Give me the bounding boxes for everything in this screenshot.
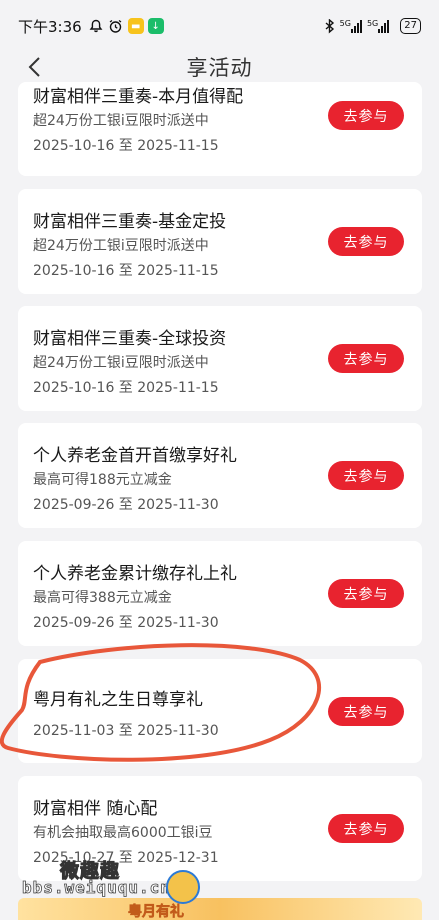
signal-2: 5G xyxy=(366,19,390,33)
watermark-url: bbs.weiququ.cn xyxy=(22,878,171,898)
activity-title: 财富相伴三重奏-本月值得配 xyxy=(33,87,244,107)
activity-title: 个人养老金首开首缴享好礼 xyxy=(33,446,237,466)
battery-indicator: 27 xyxy=(400,18,421,34)
activity-desc: 超24万份工银i豆限时派送中 xyxy=(33,355,209,371)
mascot-icon xyxy=(166,870,200,904)
activity-desc: 最高可得388元立减金 xyxy=(33,590,172,606)
page-title: 享活动 xyxy=(186,56,253,80)
activity-card: 个人养老金首开首缴享好礼 最高可得188元立减金 2025-09-26 至 20… xyxy=(18,423,422,528)
activity-card: 财富相伴三重奏-本月值得配 超24万份工银i豆限时派送中 2025-10-16 … xyxy=(18,82,422,176)
activity-date: 2025-10-16 至 2025-11-15 xyxy=(33,138,219,154)
activity-card: 财富相伴三重奏-基金定投 超24万份工银i豆限时派送中 2025-10-16 至… xyxy=(18,189,422,294)
watermark: 微趣趣 bbs.weiququ.cn xyxy=(20,852,220,912)
join-button[interactable]: 去参与 xyxy=(328,101,404,130)
join-button[interactable]: 去参与 xyxy=(328,579,404,608)
activity-date: 2025-10-16 至 2025-11-15 xyxy=(33,380,219,396)
activity-title: 财富相伴三重奏-基金定投 xyxy=(33,212,227,232)
notification-app-icon: ▬ xyxy=(127,18,144,34)
join-button[interactable]: 去参与 xyxy=(328,814,404,843)
join-button[interactable]: 去参与 xyxy=(328,461,404,490)
activity-card: 个人养老金累计缴存礼上礼 最高可得388元立减金 2025-09-26 至 20… xyxy=(18,541,422,646)
activity-card: 粤月有礼之生日尊享礼 2025-11-03 至 2025-11-30 去参与 xyxy=(18,659,422,763)
activity-title: 财富相伴三重奏-全球投资 xyxy=(33,329,227,349)
bell-icon xyxy=(88,18,104,34)
signal-bars-icon xyxy=(378,19,390,33)
activity-date: 2025-09-26 至 2025-11-30 xyxy=(33,497,219,513)
activity-desc: 最高可得188元立减金 xyxy=(33,472,172,488)
download-app-icon: ↓ xyxy=(147,18,164,34)
activity-title: 个人养老金累计缴存礼上礼 xyxy=(33,564,237,584)
activity-desc: 超24万份工银i豆限时派送中 xyxy=(33,238,209,254)
alarm-icon xyxy=(108,18,124,34)
activity-date: 2025-11-03 至 2025-11-30 xyxy=(33,723,219,739)
signal-2-label: 5G xyxy=(366,19,379,28)
join-button[interactable]: 去参与 xyxy=(328,227,404,256)
activity-date: 2025-10-16 至 2025-11-15 xyxy=(33,263,219,279)
activity-desc: 超24万份工银i豆限时派送中 xyxy=(33,113,209,129)
status-time: 下午3:36 xyxy=(18,17,82,36)
bluetooth-icon xyxy=(325,18,334,34)
activity-card: 财富相伴三重奏-全球投资 超24万份工银i豆限时派送中 2025-10-16 至… xyxy=(18,306,422,411)
activity-title: 财富相伴 随心配 xyxy=(33,799,158,819)
signal-1-label: 5G xyxy=(339,19,351,28)
signal-bars-icon xyxy=(350,19,362,33)
activity-date: 2025-09-26 至 2025-11-30 xyxy=(33,615,219,631)
signal-1: 5G xyxy=(340,19,362,33)
activity-desc: 有机会抽取最高6000工银i豆 xyxy=(33,825,213,841)
join-button[interactable]: 去参与 xyxy=(328,697,404,726)
chevron-left-icon xyxy=(28,57,40,77)
activity-title: 粤月有礼之生日尊享礼 xyxy=(33,690,203,710)
status-indicators: 5G 5G 27 xyxy=(325,18,421,34)
back-button[interactable] xyxy=(20,52,48,82)
join-button[interactable]: 去参与 xyxy=(328,344,404,373)
